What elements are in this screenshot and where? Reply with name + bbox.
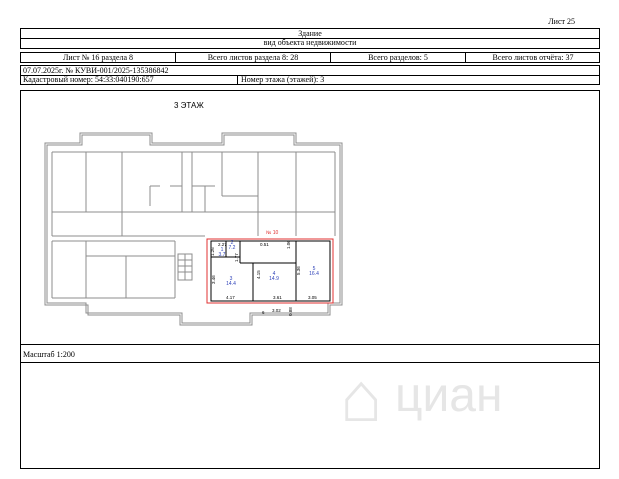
svg-text:0.51: 0.51 xyxy=(260,242,269,247)
svg-text:4.15: 4.15 xyxy=(256,270,261,279)
svg-text:1.26: 1.26 xyxy=(210,247,215,256)
svg-text:4.17: 4.17 xyxy=(226,295,235,300)
svg-text:7.2: 7.2 xyxy=(229,245,236,251)
watermark-logo-icon: ⌂ xyxy=(340,358,383,436)
svg-text:14.9: 14.9 xyxy=(269,276,279,282)
svg-text:3.02: 3.02 xyxy=(272,308,281,313)
building-walls xyxy=(44,132,343,326)
svg-text:1.06: 1.06 xyxy=(286,240,291,249)
watermark-text: циан xyxy=(395,369,503,422)
scale-row: Масштаб 1:200 xyxy=(20,345,600,469)
scale-label: Масштаб 1:200 xyxy=(23,350,75,359)
svg-text:3.7: 3.7 xyxy=(219,252,226,258)
svg-text:3.61: 3.61 xyxy=(273,295,282,300)
svg-text:3.46: 3.46 xyxy=(211,275,216,284)
svg-text:5.36: 5.36 xyxy=(296,266,301,275)
unit-label: № 10 xyxy=(266,230,279,236)
svg-text:0.88: 0.88 xyxy=(288,307,293,316)
svg-text:3.05: 3.05 xyxy=(308,295,317,300)
svg-text:14.4: 14.4 xyxy=(226,281,236,287)
svg-text:16.4: 16.4 xyxy=(309,271,319,277)
svg-text:1.77: 1.77 xyxy=(234,253,239,262)
